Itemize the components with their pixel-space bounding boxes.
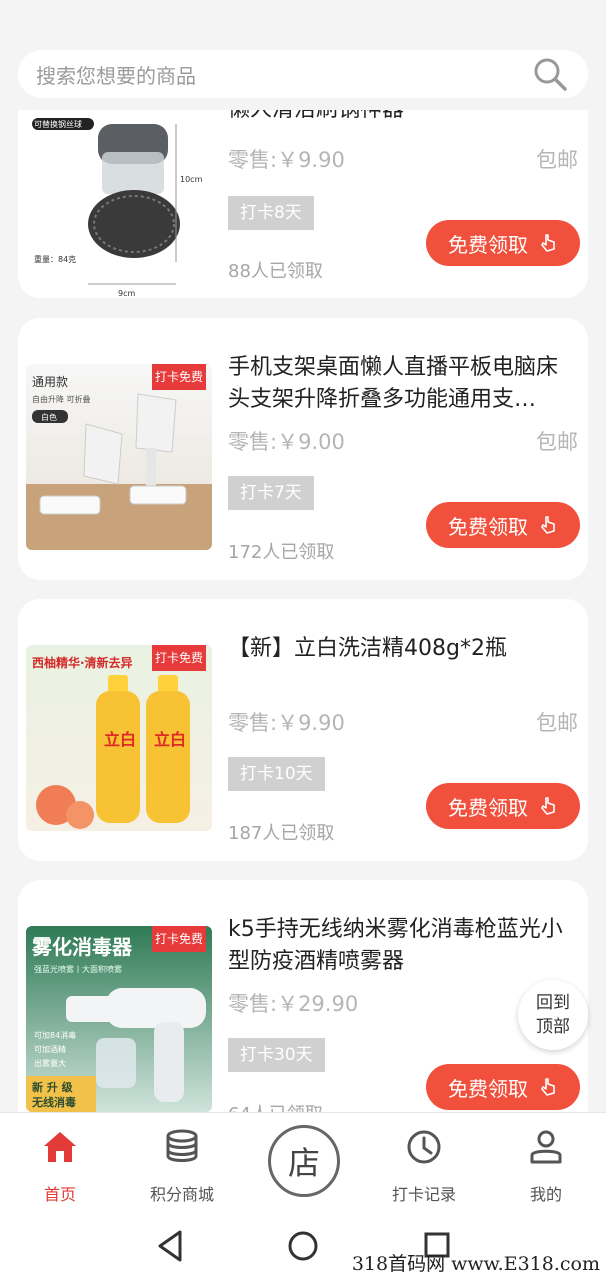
tab-checkin-records[interactable]: 打卡记录 [374, 1113, 474, 1213]
svg-text:西柚精华·清新去异: 西柚精华·清新去异 [32, 655, 133, 670]
svg-text:9cm: 9cm [118, 289, 135, 298]
svg-text:10cm: 10cm [180, 175, 203, 184]
search-input[interactable]: 搜索您想要的商品 [36, 60, 530, 89]
svg-text:白色: 白色 [41, 412, 57, 422]
svg-text:可加酒精: 可加酒精 [34, 1044, 66, 1054]
product-card[interactable]: 打卡免费 雾化消毒器 强蓝光喷雾丨大面积喷雾 可加84消毒 可加酒精 出雾量大 … [18, 880, 588, 1142]
svg-text:可替换钢丝球: 可替换钢丝球 [34, 119, 82, 129]
svg-text:自由升降 可折叠: 自由升降 可折叠 [32, 394, 91, 404]
checkin-badge: 打卡7天 [228, 476, 314, 510]
svg-text:立白: 立白 [104, 730, 136, 749]
hand-pointer-icon [541, 516, 555, 534]
tab-label: 首页 [43, 1185, 76, 1204]
search-icon[interactable] [530, 54, 570, 94]
coins-icon [166, 1129, 198, 1162]
svg-text:新 升 级: 新 升 级 [32, 1080, 74, 1094]
tab-mine[interactable]: 我的 [496, 1113, 596, 1213]
free-claim-button[interactable]: 免费领取 [426, 502, 580, 548]
shipping-label: 包邮 [536, 148, 578, 172]
search-bar[interactable]: 搜索您想要的商品 [18, 50, 588, 98]
tab-points-mall[interactable]: 积分商城 [132, 1113, 232, 1213]
svg-text:雾化消毒器: 雾化消毒器 [32, 935, 133, 959]
hand-pointer-icon [541, 234, 555, 252]
tab-label: 我的 [529, 1185, 562, 1204]
home-icon [44, 1132, 76, 1162]
search-header: 搜索您想要的商品 [0, 0, 606, 110]
svg-text:出雾量大: 出雾量大 [34, 1058, 66, 1068]
detergent-image: 西柚精华·清新去异 立白 立白 [32, 655, 190, 829]
product-price: 零售:￥9.00 [228, 430, 345, 454]
claim-button-label: 免费领取 [448, 232, 528, 257]
svg-text:强蓝光喷雾丨大面积喷雾: 强蓝光喷雾丨大面积喷雾 [34, 964, 122, 974]
scrubber-image: 可替换钢丝球 10cm 9cm 重量：84克 [32, 118, 203, 298]
watermark-text: 318首码网 www.E318.com [351, 1253, 600, 1275]
product-price: 零售:￥29.90 [228, 992, 359, 1016]
product-title: 【新】立白洗洁精408g*2瓶 [228, 636, 507, 661]
claim-button-label: 免费领取 [448, 1076, 528, 1101]
user-icon [530, 1130, 562, 1164]
free-claim-button[interactable]: 免费领取 [426, 783, 580, 829]
claimed-count: 187人已领取 [228, 823, 335, 844]
product-card[interactable]: 打卡免费 西柚精华·清新去异 立白 立白 【新】立白洗洁精408g*2瓶 零售:… [18, 599, 588, 861]
hand-pointer-icon [541, 1078, 555, 1096]
svg-text:重量：84克: 重量：84克 [34, 254, 76, 264]
claimed-count: 172人已领取 [228, 542, 335, 563]
checkin-free-ribbon: 打卡免费 [152, 926, 206, 952]
product-price: 零售:￥9.90 [228, 711, 345, 735]
free-claim-button[interactable]: 免费领取 [426, 220, 580, 266]
claim-button-label: 免费领取 [448, 795, 528, 820]
product-image[interactable]: 打卡免费 通用款 自由升降 可折叠 白色 [26, 364, 212, 550]
svg-text:通用款: 通用款 [32, 375, 68, 389]
back-to-top-button[interactable]: 回到 顶部 [518, 980, 588, 1050]
checkin-badge: 打卡10天 [228, 757, 325, 791]
home-circle-icon [288, 1231, 318, 1261]
sprayer-image: 雾化消毒器 强蓝光喷雾丨大面积喷雾 可加84消毒 可加酒精 出雾量大 新 升 级… [26, 935, 206, 1112]
back-top-line1: 回到 [536, 993, 570, 1013]
checkin-free-ribbon: 打卡免费 [152, 645, 206, 671]
shipping-label: 包邮 [536, 430, 578, 454]
svg-text:立白: 立白 [154, 730, 186, 749]
bottom-tab-bar: 首页 积分商城 店 打卡记录 我的 [0, 1112, 606, 1212]
product-image[interactable]: 可替换钢丝球 10cm 9cm 重量：84克 [26, 112, 212, 298]
shipping-label: 包邮 [536, 711, 578, 735]
product-title: k5手持无线纳米雾化消毒枪蓝光小型防疫酒精喷雾器 [228, 917, 563, 974]
claimed-count: 88人已领取 [228, 261, 323, 282]
svg-text:无线消毒: 无线消毒 [31, 1095, 76, 1109]
product-title: 手机支架桌面懒人直播平板电脑床头支架升降折叠多功能通用支… [228, 355, 559, 412]
tab-label: 积分商城 [149, 1185, 214, 1204]
clock-icon [407, 1130, 441, 1164]
tab-home[interactable]: 首页 [10, 1113, 110, 1213]
checkin-free-ribbon: 打卡免费 [152, 364, 206, 390]
checkin-badge: 打卡30天 [228, 1038, 325, 1072]
tab-label: 打卡记录 [391, 1185, 456, 1204]
svg-text:可加84消毒: 可加84消毒 [34, 1030, 76, 1040]
store-icon: 店 [287, 1144, 320, 1182]
back-top-line2: 顶部 [536, 1017, 570, 1037]
store-button[interactable]: 店 [268, 1125, 340, 1197]
checkin-badge: 打卡8天 [228, 196, 314, 230]
free-claim-button[interactable]: 免费领取 [426, 1064, 580, 1110]
back-triangle-icon [158, 1230, 182, 1262]
product-image[interactable]: 打卡免费 西柚精华·清新去异 立白 立白 [26, 645, 212, 831]
product-card[interactable]: 打卡免费 通用款 自由升降 可折叠 白色 手机支架桌面懒人直播平板电脑床头支架升… [18, 318, 588, 580]
claim-button-label: 免费领取 [448, 514, 528, 539]
product-price: 零售:￥9.90 [228, 148, 345, 172]
phone-stand-image: 通用款 自由升降 可折叠 白色 [26, 375, 212, 550]
hand-pointer-icon [541, 797, 555, 815]
product-image[interactable]: 打卡免费 雾化消毒器 强蓝光喷雾丨大面积喷雾 可加84消毒 可加酒精 出雾量大 … [26, 926, 212, 1112]
